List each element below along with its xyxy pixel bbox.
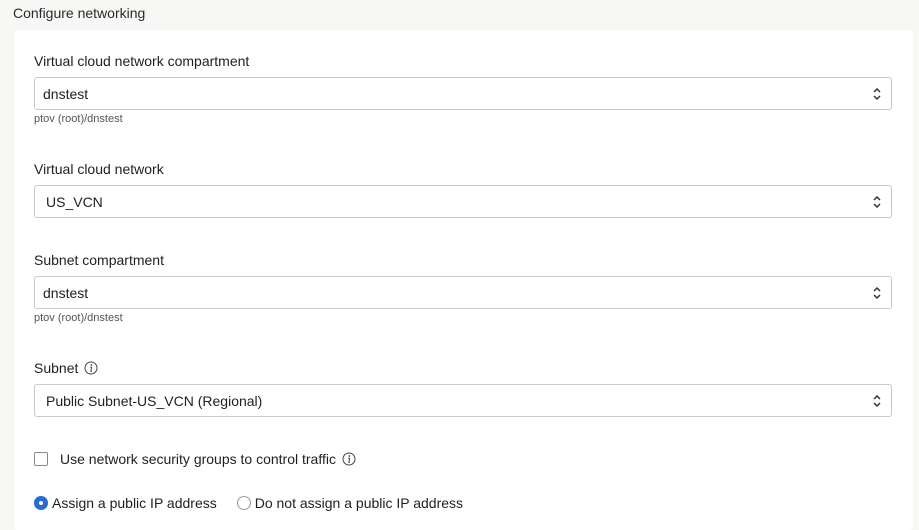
vcn-compartment-label-text: Virtual cloud network compartment [34,53,250,69]
vcn-compartment-value: dnstest [43,85,89,102]
nsg-checkbox[interactable] [34,452,48,466]
section-title: Configure networking [13,5,146,21]
no-public-ip-radio[interactable] [236,496,251,510]
assign-public-ip-label: Assign a public IP address [52,495,217,511]
assign-public-ip-radio[interactable] [34,496,48,510]
vcn-select[interactable]: US_VCN [34,185,892,218]
chevron-updown-icon [869,84,885,104]
chevron-updown-icon [869,283,885,303]
subnet-compartment-path: ptov (root)/dnstest [34,312,123,324]
subnet-compartment-label: Subnet compartment [34,252,164,268]
vcn-compartment-select[interactable]: dnstest [34,77,892,110]
vcn-value: US_VCN [46,193,103,210]
nsg-label: Use network security groups to control t… [60,451,336,467]
subnet-label-text: Subnet [34,360,79,376]
subnet-compartment-value: dnstest [43,284,89,301]
vcn-label: Virtual cloud network [34,161,164,177]
chevron-updown-icon [869,192,885,212]
info-icon[interactable] [84,361,98,375]
subnet-label: Subnet [34,360,98,376]
vcn-compartment-label: Virtual cloud network compartment [34,53,249,69]
assign-public-ip-option[interactable]: Assign a public IP address [34,495,217,511]
nsg-option: Use network security groups to control t… [34,451,356,467]
no-public-ip-option[interactable]: Do not assign a public IP address [236,495,464,511]
vcn-label-text: Virtual cloud network [34,161,164,177]
subnet-compartment-label-text: Subnet compartment [34,252,164,268]
subnet-compartment-select[interactable]: dnstest [34,276,892,309]
public-ip-radio-group: Assign a public IP address Do not assign… [34,495,483,511]
info-icon[interactable] [342,452,356,466]
chevron-updown-icon [869,391,885,411]
subnet-value: Public Subnet-US_VCN (Regional) [46,392,263,409]
no-public-ip-label: Do not assign a public IP address [254,495,464,511]
subnet-select[interactable]: Public Subnet-US_VCN (Regional) [34,384,892,417]
vcn-compartment-path: ptov (root)/dnstest [34,113,123,125]
